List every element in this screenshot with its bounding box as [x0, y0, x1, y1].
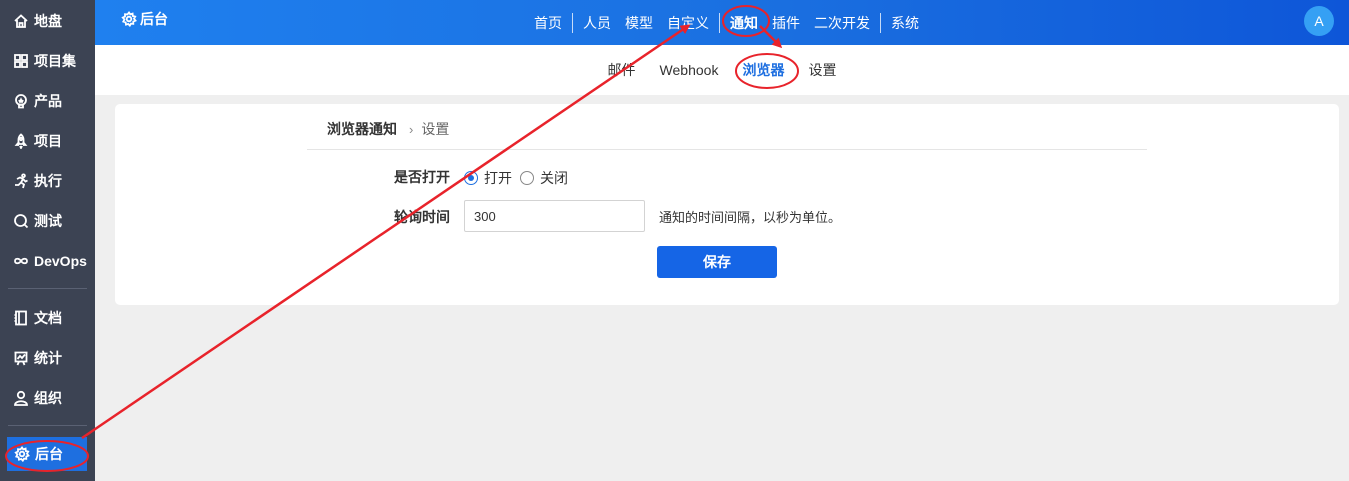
sidebar-item-org[interactable]: 组织 [0, 381, 95, 415]
gear-icon [13, 445, 31, 463]
infinity-icon [12, 252, 30, 270]
search-icon [12, 212, 30, 230]
top-nav-home[interactable]: 首页 [527, 13, 569, 33]
top-nav-system[interactable]: 系统 [884, 13, 926, 33]
sidebar-item-product[interactable]: 产品 [0, 84, 95, 118]
radio-close[interactable]: 关闭 [520, 168, 568, 188]
radio-close-label: 关闭 [540, 170, 568, 186]
sidebar-item-label: 地盘 [34, 13, 62, 29]
gear-icon [121, 11, 137, 27]
sidebar-item-devops[interactable]: DevOps [0, 244, 95, 278]
sidebar-item-label: 后台 [35, 446, 63, 462]
top-nav-separator [572, 12, 573, 33]
top-nav-people[interactable]: 人员 [576, 13, 618, 33]
sidebar-item-label: 组织 [34, 390, 62, 406]
sub-nav-mail[interactable]: 邮件 [596, 60, 648, 80]
sidebar-divider [8, 288, 87, 289]
sidebar-item-stats[interactable]: 统计 [0, 341, 95, 375]
run-icon [12, 172, 30, 190]
breadcrumb-current: 设置 [421, 121, 450, 137]
sidebar-item-label: 项目集 [34, 53, 76, 69]
avatar[interactable]: A [1304, 6, 1334, 36]
breadcrumb: 浏览器通知 › 设置 [327, 119, 449, 139]
top-nav-dev[interactable]: 二次开发 [807, 13, 877, 33]
sub-nav-settings[interactable]: 设置 [796, 60, 848, 80]
radio-open[interactable]: 打开 [464, 168, 512, 188]
enable-label: 是否打开 [394, 169, 450, 185]
sidebar-item-admin[interactable]: 后台 [7, 437, 87, 471]
sub-nav-browser[interactable]: 浏览器 [730, 60, 796, 80]
sidebar-item-label: 产品 [34, 93, 62, 109]
radio-open-dot[interactable] [464, 171, 478, 185]
radio-close-dot[interactable] [520, 171, 534, 185]
radio-open-label: 打开 [484, 170, 512, 186]
sidebar-item-label: 文档 [34, 310, 62, 326]
sidebar-item-label: 项目 [34, 133, 62, 149]
header-title: 后台 [121, 9, 168, 29]
top-nav: 首页 人员 模型 自定义 通知 插件 二次开发 系统 [527, 0, 926, 45]
home-icon [12, 12, 30, 30]
sub-nav: 邮件 Webhook 浏览器 设置 [95, 45, 1349, 95]
sidebar-divider [8, 425, 87, 426]
sidebar-item-test[interactable]: 测试 [0, 204, 95, 238]
top-nav-plugin[interactable]: 插件 [765, 13, 807, 33]
interval-hint: 通知的时间间隔，以秒为单位。 [659, 210, 842, 225]
sidebar-item-program[interactable]: 项目集 [0, 44, 95, 78]
sidebar-item-label: DevOps [34, 253, 87, 269]
breadcrumb-separator: › [409, 121, 414, 137]
top-nav-separator [719, 12, 720, 33]
interval-input[interactable] [464, 200, 645, 232]
sidebar-item-label: 执行 [34, 173, 62, 189]
sidebar-item-execution[interactable]: 执行 [0, 164, 95, 198]
sidebar-item-dashboard[interactable]: 地盘 [0, 4, 95, 38]
top-nav-model[interactable]: 模型 [618, 13, 660, 33]
bulb-icon [12, 92, 30, 110]
grid-icon [12, 52, 30, 70]
sidebar-item-doc[interactable]: 文档 [0, 301, 95, 335]
header-title-text: 后台 [140, 11, 168, 27]
panel-divider [307, 149, 1147, 150]
breadcrumb-parent[interactable]: 浏览器通知 [327, 119, 397, 139]
top-header: 后台 首页 人员 模型 自定义 通知 插件 二次开发 系统 A [95, 0, 1349, 45]
save-button[interactable]: 保存 [657, 246, 777, 278]
sidebar-item-label: 统计 [34, 350, 62, 366]
top-nav-notify[interactable]: 通知 [723, 13, 765, 33]
book-icon [12, 309, 30, 327]
top-nav-separator [880, 12, 881, 33]
sidebar-item-label: 测试 [34, 213, 62, 229]
settings-panel: 浏览器通知 › 设置 是否打开 打开 关闭 轮询时间 通知的时间间隔，以秒为单位… [115, 104, 1339, 305]
sidebar: 地盘 项目集 产品 项目 执行 测试 DevOps 文档 统计 组织 后台 [0, 0, 95, 481]
chart-icon [12, 349, 30, 367]
top-nav-custom[interactable]: 自定义 [660, 13, 716, 33]
interval-label: 轮询时间 [394, 209, 450, 225]
rocket-icon [12, 132, 30, 150]
user-icon [12, 389, 30, 407]
sidebar-item-project[interactable]: 项目 [0, 124, 95, 158]
sub-nav-webhook[interactable]: Webhook [648, 62, 731, 78]
